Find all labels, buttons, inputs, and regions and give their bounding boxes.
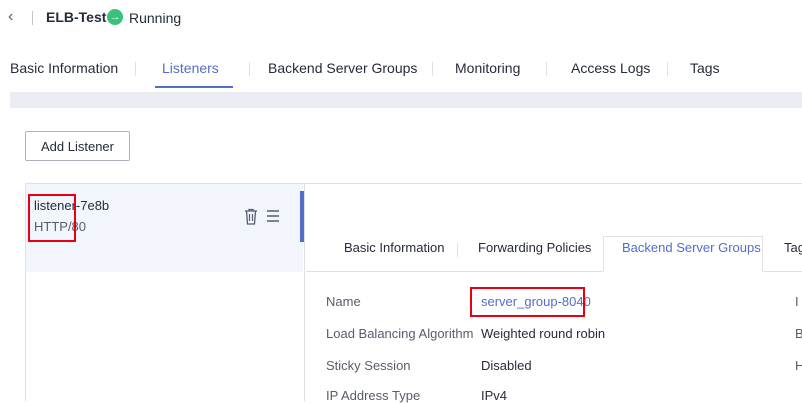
- tab-separator: [135, 62, 136, 76]
- detail-value-algorithm: Weighted round robin: [481, 326, 606, 341]
- load-balancer-title: ELB-Test: [46, 9, 107, 25]
- tab-tags[interactable]: Tags: [690, 60, 720, 76]
- detail-tab-basic-information[interactable]: Basic Information: [344, 240, 444, 255]
- tab-separator: [667, 62, 668, 76]
- status-text: Running: [129, 10, 182, 26]
- tab-separator: [546, 62, 547, 76]
- truncated-detail-label: I: [795, 294, 799, 309]
- tab-access-logs[interactable]: Access Logs: [571, 60, 650, 76]
- detail-label-algorithm: Load Balancing Algorithm: [326, 326, 474, 341]
- tab-monitoring[interactable]: Monitoring: [455, 60, 520, 76]
- tab-basic-information[interactable]: Basic Information: [10, 60, 118, 76]
- detail-label-name: Name: [326, 294, 361, 309]
- tab-separator: [249, 62, 250, 76]
- listener-highlight-box: [28, 194, 76, 242]
- top-tab-bar: Basic Information Listeners Backend Serv…: [0, 60, 802, 88]
- active-tab-underline: [155, 86, 233, 88]
- detail-value-sticky-session: Disabled: [481, 358, 532, 373]
- tab-backend-server-groups[interactable]: Backend Server Groups: [268, 60, 417, 76]
- header-divider: [32, 11, 33, 25]
- truncated-detail-label: B: [795, 326, 802, 341]
- detail-tab-backend-server-groups[interactable]: Backend Server Groups: [622, 240, 761, 255]
- add-listener-button[interactable]: Add Listener: [25, 131, 130, 161]
- trash-icon[interactable]: [244, 208, 258, 226]
- detail-tab-separator: [457, 243, 458, 257]
- back-chevron-icon[interactable]: ‹: [8, 8, 13, 26]
- server-group-highlight-box: [470, 287, 585, 317]
- detail-tab-tag[interactable]: Tag: [784, 240, 802, 255]
- menu-icon[interactable]: [266, 209, 280, 223]
- tab-separator: [432, 62, 433, 76]
- tab-listeners[interactable]: Listeners: [162, 60, 219, 76]
- listener-selected-indicator: [300, 191, 304, 242]
- detail-label-sticky-session: Sticky Session: [326, 358, 411, 373]
- running-status-icon: →: [107, 9, 123, 25]
- detail-tab-forwarding-policies[interactable]: Forwarding Policies: [478, 240, 591, 255]
- truncated-detail-label: H: [795, 358, 802, 373]
- content-header-band: [10, 92, 802, 108]
